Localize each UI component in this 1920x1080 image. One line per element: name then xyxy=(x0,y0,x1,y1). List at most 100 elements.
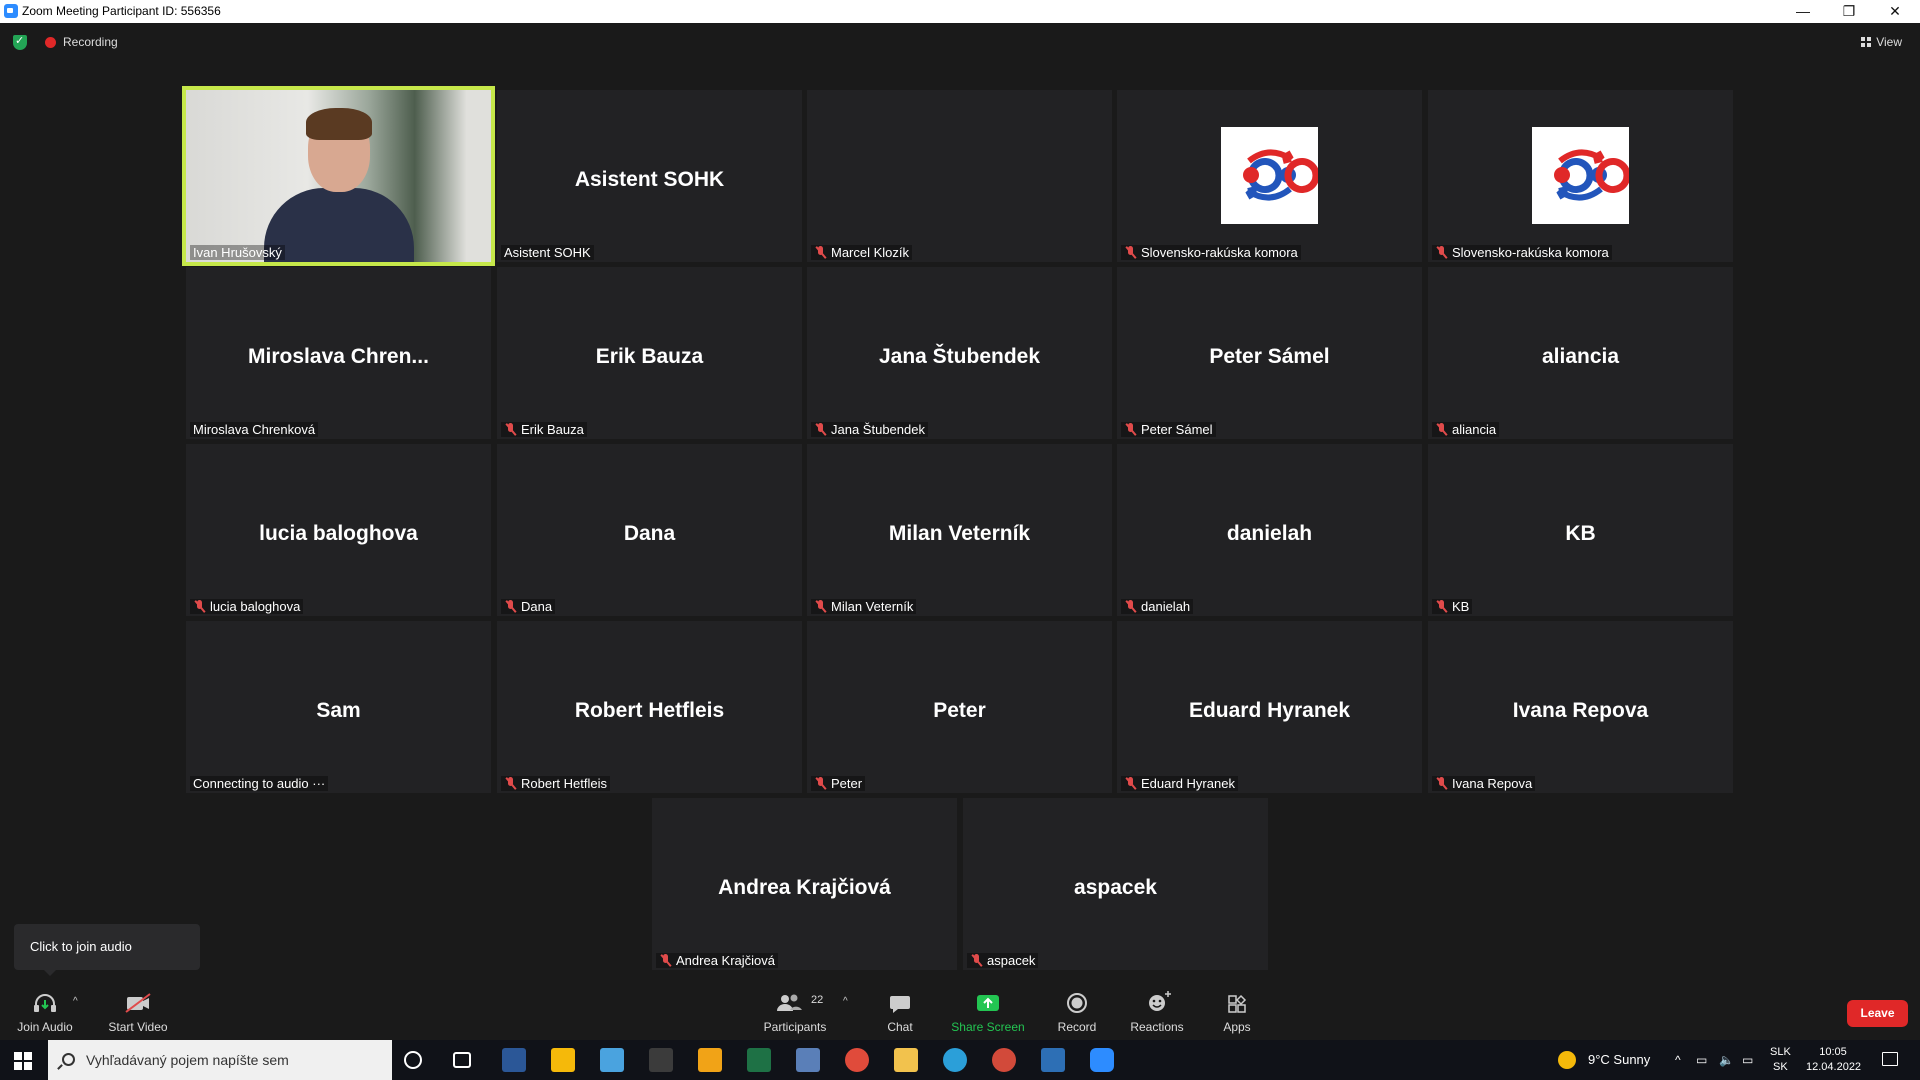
join-audio-button[interactable]: Join Audio xyxy=(10,986,80,1040)
record-button[interactable]: Record xyxy=(1047,986,1107,1040)
search-placeholder: Vyhľadávaný pojem napíšte sem xyxy=(86,1052,289,1068)
apps-icon xyxy=(1228,994,1247,1013)
video-tile[interactable]: Peter Peter xyxy=(807,621,1112,793)
share-screen-icon xyxy=(977,995,999,1011)
video-tile[interactable]: lucia baloghova lucia baloghova xyxy=(186,444,491,616)
participant-display-name: Jana Štubendek xyxy=(878,345,1041,368)
video-tile[interactable]: danielah danielah xyxy=(1117,444,1422,616)
video-tile[interactable]: Erik Bauza Erik Bauza xyxy=(497,267,802,439)
video-tile[interactable]: KB KB xyxy=(1428,444,1733,616)
share-screen-button[interactable]: Share Screen xyxy=(948,986,1028,1040)
store-icon[interactable] xyxy=(551,1048,575,1072)
chrome-icon[interactable] xyxy=(845,1048,869,1072)
close-button[interactable]: ✕ xyxy=(1872,0,1918,23)
chat-button[interactable]: Chat xyxy=(870,986,930,1040)
join-audio-label: Join Audio xyxy=(17,1020,73,1034)
participant-name-label: Peter Sámel xyxy=(1121,422,1216,437)
chamber-logo-icon xyxy=(1221,127,1320,224)
view-label: View xyxy=(1876,35,1902,49)
word-icon[interactable] xyxy=(502,1048,526,1072)
video-tile[interactable]: Sam Connecting to audio ··· xyxy=(186,621,491,793)
video-tile[interactable]: Eduard Hyranek Eduard Hyranek xyxy=(1117,621,1422,793)
windows-start-icon[interactable] xyxy=(14,1052,32,1070)
participant-name-label: Slovensko-rakúska komora xyxy=(1432,245,1612,260)
video-figure xyxy=(306,108,372,140)
taskbar-search-box[interactable]: Vyhľadávaný pojem napíšte sem xyxy=(48,1040,392,1080)
tray-chevron-icon[interactable]: ^ xyxy=(1675,1040,1681,1080)
video-tile[interactable]: Asistent SOHK Asistent SOHK xyxy=(497,90,802,262)
mic-muted-icon xyxy=(814,777,827,790)
participant-name-label: Connecting to audio ··· xyxy=(190,776,329,791)
task-view-icon[interactable] xyxy=(453,1052,471,1068)
mic-muted-icon xyxy=(1124,777,1137,790)
participant-name-label: Marcel Klozík xyxy=(811,245,913,260)
participant-video xyxy=(186,90,491,262)
video-tile[interactable]: Slovensko-rakúska komora xyxy=(1117,90,1422,262)
participants-button[interactable]: 22 Participants xyxy=(756,986,834,1040)
leave-button[interactable]: Leave xyxy=(1847,1000,1908,1027)
network-icon[interactable]: ▭ xyxy=(1696,1040,1707,1080)
video-tile[interactable]: Ivan Hrušovský xyxy=(182,86,495,266)
display-icon[interactable]: ▭ xyxy=(1742,1040,1753,1080)
app-icon[interactable] xyxy=(600,1048,624,1072)
mic-muted-icon xyxy=(970,954,983,967)
excel-icon[interactable] xyxy=(747,1048,771,1072)
video-tile[interactable]: Peter Sámel Peter Sámel xyxy=(1117,267,1422,439)
zoom-taskbar-icon[interactable] xyxy=(1090,1048,1114,1072)
video-tile[interactable]: Robert Hetfleis Robert Hetfleis xyxy=(497,621,802,793)
video-off-icon xyxy=(125,993,151,1013)
audio-options-caret[interactable]: ^ xyxy=(73,996,78,1007)
participant-name-label: Peter xyxy=(811,776,866,791)
chamber-logo-icon xyxy=(1532,127,1631,224)
security-shield-icon[interactable] xyxy=(13,34,27,50)
mic-muted-icon xyxy=(504,777,517,790)
windows-taskbar: Vyhľadávaný pojem napíšte sem 9°C Sunny … xyxy=(0,1040,1920,1080)
video-tile[interactable]: Milan Veterník Milan Veterník xyxy=(807,444,1112,616)
calculator-icon[interactable] xyxy=(796,1048,820,1072)
record-icon xyxy=(1067,993,1087,1013)
participants-count: 22 xyxy=(811,994,824,1006)
participant-name-label: aspacek xyxy=(967,953,1039,968)
video-tile[interactable]: Miroslava Chren... Miroslava Chrenková xyxy=(186,267,491,439)
start-video-button[interactable]: Start Video xyxy=(100,986,176,1040)
reactions-button[interactable]: Reactions xyxy=(1125,986,1189,1040)
file-explorer-icon[interactable] xyxy=(894,1048,918,1072)
mic-muted-icon xyxy=(193,600,206,613)
participant-display-name: Ivana Repova xyxy=(1512,699,1649,722)
video-tile[interactable]: aspacek aspacek xyxy=(963,798,1268,970)
start-video-label: Start Video xyxy=(108,1020,168,1034)
weather-text[interactable]: 9°C Sunny xyxy=(1588,1040,1650,1080)
mic-muted-icon xyxy=(814,246,827,259)
chat-label: Chat xyxy=(887,1020,913,1034)
video-tile[interactable]: Andrea Krajčiová Andrea Krajčiová xyxy=(652,798,957,970)
cortana-icon[interactable] xyxy=(404,1051,422,1069)
video-tile[interactable]: aliancia aliancia xyxy=(1428,267,1733,439)
participant-display-name: Eduard Hyranek xyxy=(1188,699,1351,722)
participant-name-label: danielah xyxy=(1121,599,1194,614)
view-button[interactable]: View xyxy=(1861,35,1902,49)
chrome-profile-icon[interactable] xyxy=(992,1048,1016,1072)
video-tile[interactable]: Dana Dana xyxy=(497,444,802,616)
video-tile[interactable]: Marcel Klozík xyxy=(807,90,1112,262)
volume-muted-icon[interactable]: 🔈 xyxy=(1719,1040,1734,1080)
clock[interactable]: 10:05 12.04.2022 xyxy=(1806,1045,1861,1075)
video-tile[interactable]: Ivana Repova Ivana Repova xyxy=(1428,621,1733,793)
app-icon[interactable] xyxy=(649,1048,673,1072)
apps-button[interactable]: Apps xyxy=(1207,986,1267,1040)
photos-icon[interactable] xyxy=(1041,1048,1065,1072)
participant-name-label: Slovensko-rakúska komora xyxy=(1121,245,1301,260)
minimize-button[interactable]: — xyxy=(1780,0,1826,23)
input-language[interactable]: SLK SK xyxy=(1770,1045,1791,1075)
edge-icon[interactable] xyxy=(943,1048,967,1072)
grid-icon xyxy=(1861,37,1872,47)
outlook-icon[interactable] xyxy=(698,1048,722,1072)
participants-options-caret[interactable]: ^ xyxy=(843,996,848,1007)
notifications-icon[interactable] xyxy=(1882,1052,1898,1066)
participant-name-label: Robert Hetfleis xyxy=(501,776,610,791)
participant-name-label: Ivan Hrušovský xyxy=(190,245,285,260)
search-icon xyxy=(62,1053,75,1066)
video-tile[interactable]: Jana Štubendek Jana Štubendek xyxy=(807,267,1112,439)
restore-button[interactable]: ❐ xyxy=(1826,0,1872,23)
video-tile[interactable]: Slovensko-rakúska komora xyxy=(1428,90,1733,262)
participant-name-label: Jana Štubendek xyxy=(811,422,928,437)
